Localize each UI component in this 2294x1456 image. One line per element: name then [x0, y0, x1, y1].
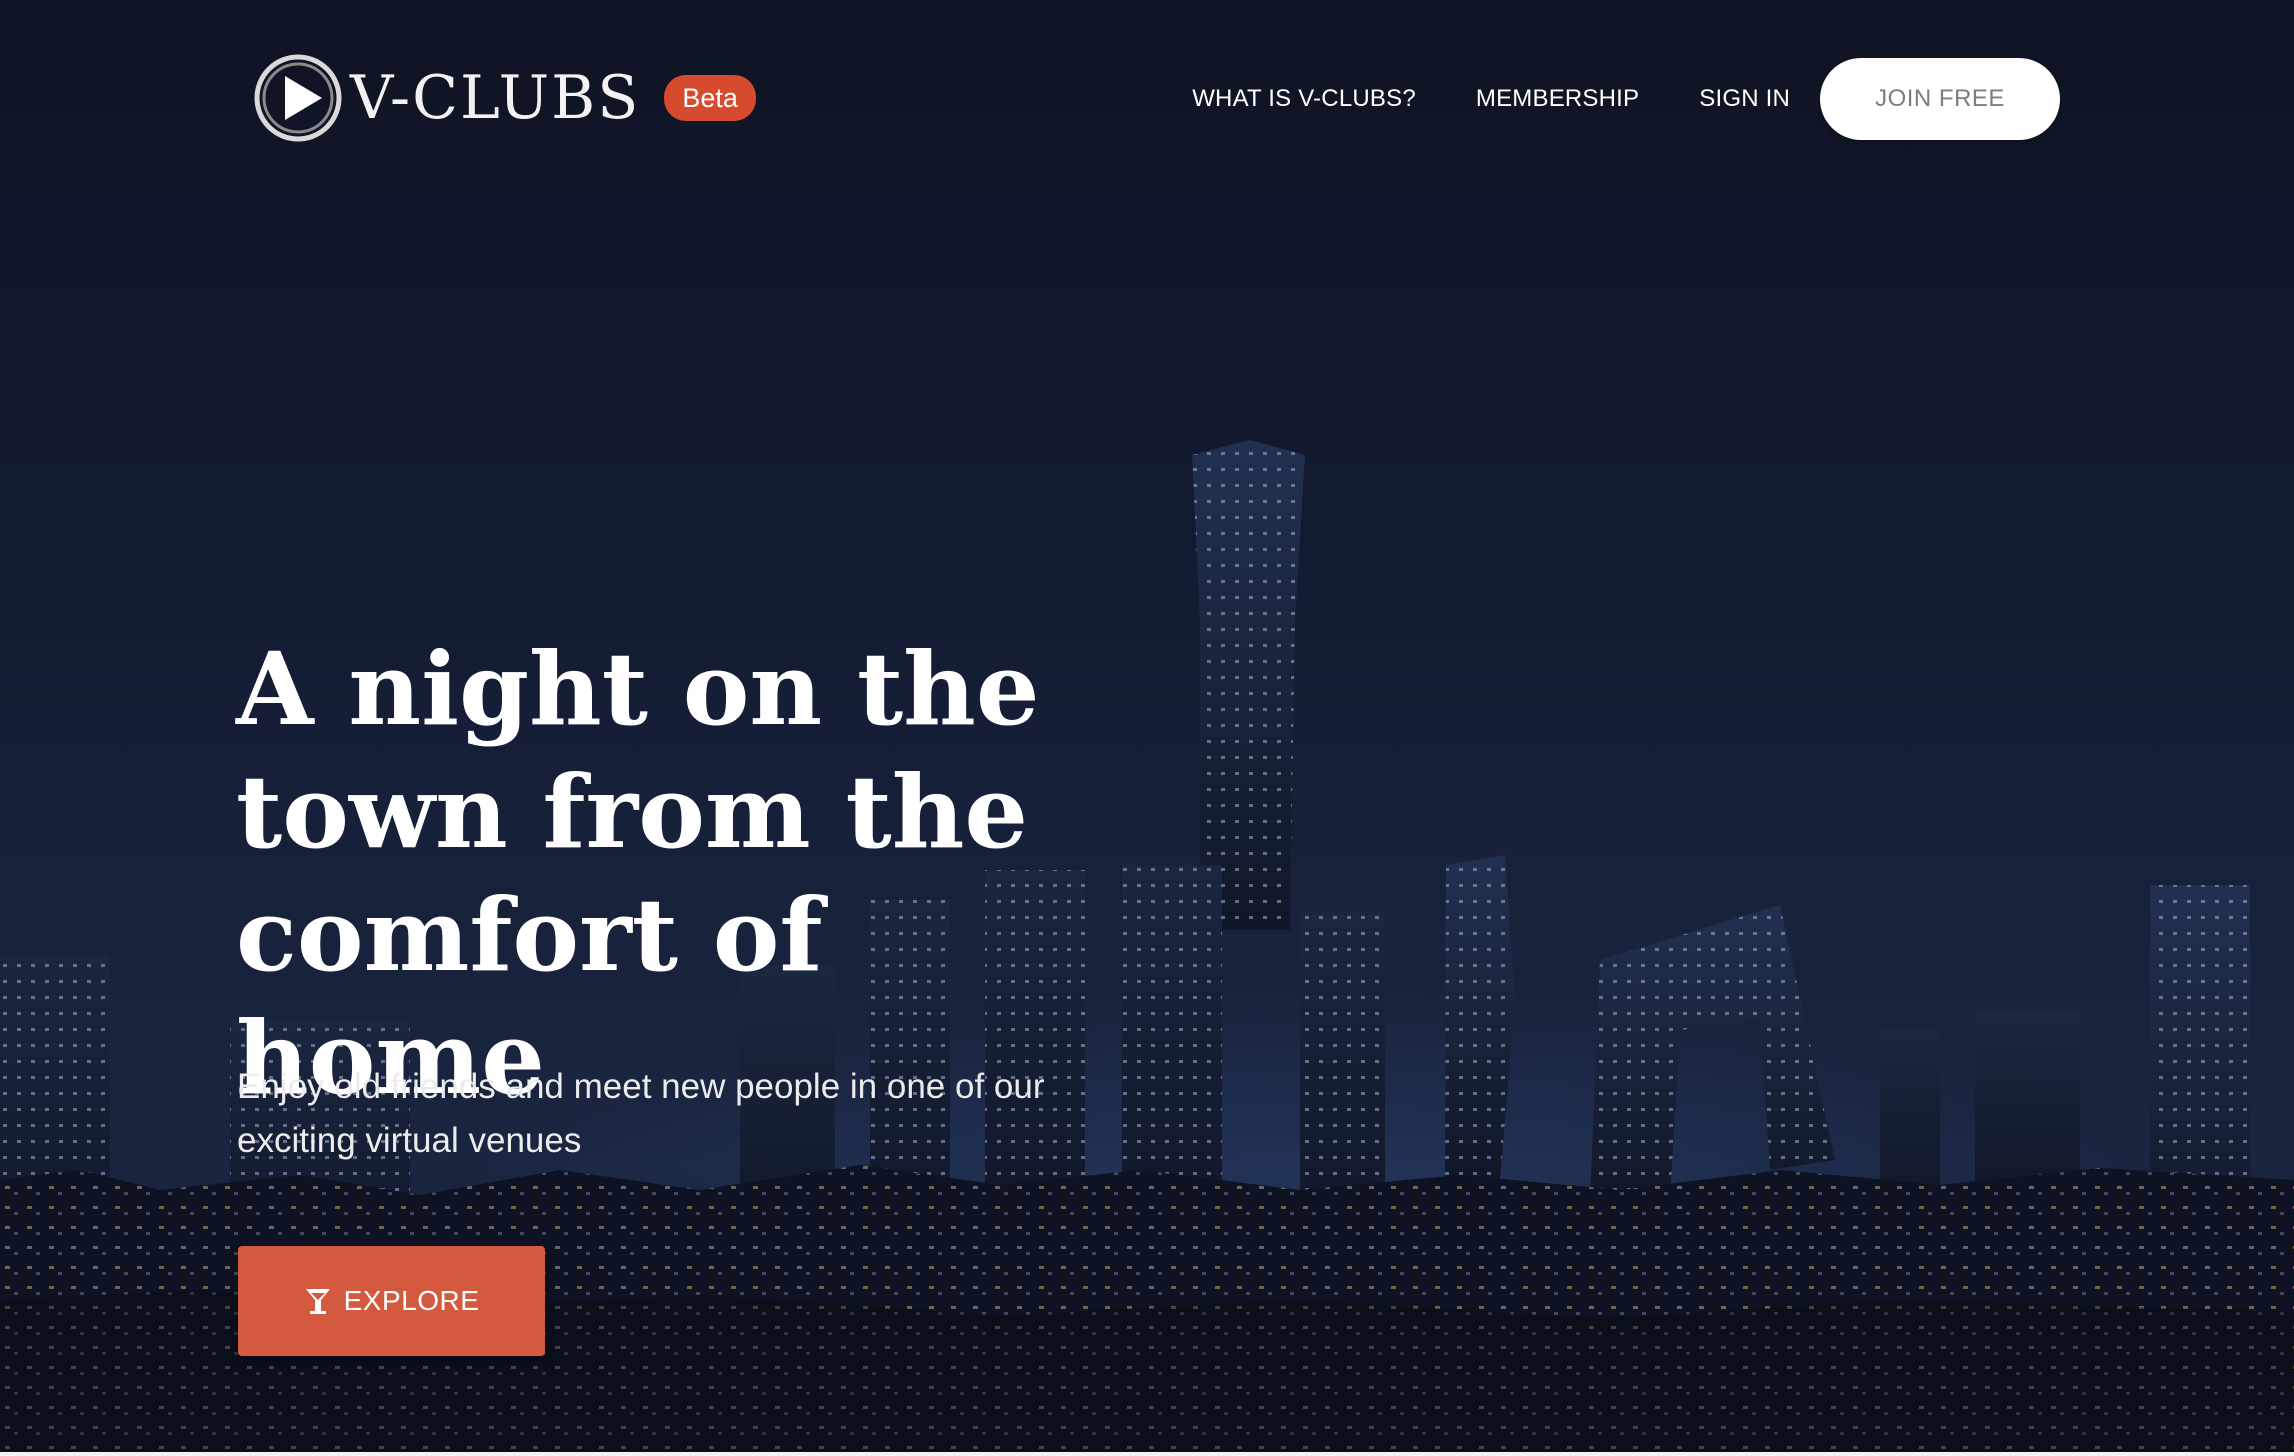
nav-membership[interactable]: MEMBERSHIP — [1476, 85, 1639, 113]
hero-title: A night on the town from the comfort of … — [236, 630, 1040, 1117]
explore-button[interactable]: EXPLORE — [238, 1246, 545, 1356]
beta-badge: Beta — [664, 75, 756, 121]
page-bottom-edge — [0, 1452, 2294, 1456]
join-free-button[interactable]: JOIN FREE — [1820, 58, 2060, 140]
nav-sign-in[interactable]: SIGN IN — [1699, 85, 1790, 113]
nav-what-is-vclubs[interactable]: WHAT IS V-CLUBS? — [1192, 85, 1416, 113]
cocktail-glass-icon — [305, 1289, 330, 1314]
brand-logo[interactable]: V-CLUBS Beta — [252, 52, 756, 144]
explore-button-label: EXPLORE — [343, 1285, 480, 1316]
landing-page: V-CLUBS Beta WHAT IS V-CLUBS? MEMBERSHIP… — [0, 0, 2294, 1456]
brand-name: V-CLUBS — [350, 63, 641, 133]
top-nav: WHAT IS V-CLUBS? MEMBERSHIP SIGN IN JOIN… — [1192, 58, 2060, 140]
play-circle-icon — [254, 54, 342, 142]
hero-subtitle: Enjoy old friends and meet new people in… — [237, 1067, 1045, 1160]
